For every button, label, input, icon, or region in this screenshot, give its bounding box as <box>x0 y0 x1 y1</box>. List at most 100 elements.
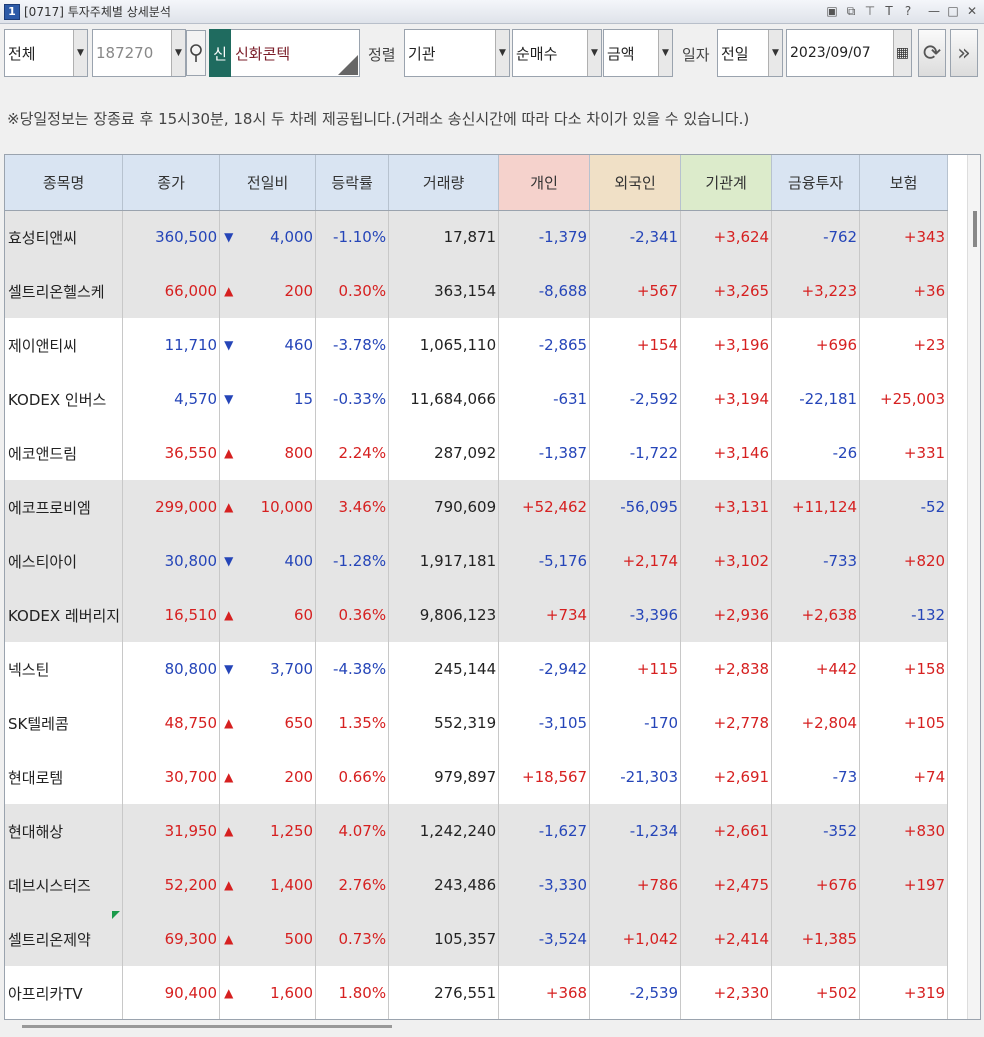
change-cell: ▲ 1,400 <box>219 858 317 912</box>
rate-cell: 2.24% <box>315 426 390 480</box>
horizontal-scrollbar[interactable] <box>0 1020 984 1037</box>
period-select[interactable]: 전일 ▼ <box>717 29 783 77</box>
horizontal-scrollbar-thumb[interactable] <box>22 1025 392 1028</box>
change-value: 200 <box>284 768 314 786</box>
vertical-scrollbar-thumb[interactable] <box>973 211 977 247</box>
pin-icon[interactable]: ⊤ <box>862 3 878 19</box>
stock-name-cell[interactable]: 제이앤티씨 <box>5 318 124 372</box>
table-row[interactable]: KODEX 레버리지 16,510 ▲ 60 0.36% 9,806,123 +734 -3,… <box>5 588 949 642</box>
stock-name-cell[interactable]: 현대로템 <box>5 750 124 804</box>
table-row[interactable]: 아프리카TV 90,400 ▲ 1,600 1.80% 276,551 +368 -2,539… <box>5 966 949 1019</box>
table-row[interactable]: 제이앤티씨 11,710 ▼ 460 -3.78% 1,065,110 -2,865 +154… <box>5 318 949 372</box>
table-row[interactable]: KODEX 인버스 4,570 ▼ 15 -0.33% 11,684,066 -631 -2,… <box>5 372 949 426</box>
stock-name-cell[interactable]: 셀트리온헬스케 <box>5 264 124 318</box>
table-row[interactable]: SK텔레콤 48,750 ▲ 650 1.35% 552,319 -3,105 -170 +2,… <box>5 696 949 750</box>
stock-name-cell[interactable]: 에코앤드림 <box>5 426 124 480</box>
chevron-down-icon[interactable]: ▼ <box>658 30 672 76</box>
table-row[interactable]: 셀트리온제약 69,300 ▲ 500 0.73% 105,357 -3,524 +1,042… <box>5 912 949 966</box>
unit-select[interactable]: 금액 ▼ <box>603 29 673 77</box>
col-header-financial-investment[interactable]: 금융투자 <box>771 155 861 211</box>
change-value: 1,250 <box>270 822 314 840</box>
insurance-cell: +331 <box>859 426 949 480</box>
period-value: 전일 <box>721 44 749 63</box>
col-header-name[interactable]: 종목명 <box>5 155 124 211</box>
stock-name-cell[interactable]: 데브시스터즈 <box>5 858 124 912</box>
foreign-cell: +115 <box>589 642 682 696</box>
institution-cell: +3,102 <box>680 534 773 588</box>
financial-investment-cell: -26 <box>771 426 861 480</box>
col-header-foreign[interactable]: 외국인 <box>589 155 682 211</box>
individual-cell: -2,942 <box>498 642 591 696</box>
volume-cell: 1,242,240 <box>388 804 500 858</box>
volume-cell: 9,806,123 <box>388 588 500 642</box>
chevron-down-icon[interactable]: ▼ <box>768 30 782 76</box>
date-input[interactable]: 2023/09/07 ▦ <box>786 29 912 77</box>
col-header-individual[interactable]: 개인 <box>498 155 591 211</box>
stock-name-cell[interactable]: KODEX 레버리지 <box>5 588 124 642</box>
financial-investment-cell: -22,181 <box>771 372 861 426</box>
col-header-change[interactable]: 전일비 <box>219 155 317 211</box>
table-row[interactable]: 현대로템 30,700 ▲ 200 0.66% 979,897 +18,567 -21,303… <box>5 750 949 804</box>
individual-cell: -3,330 <box>498 858 591 912</box>
close-price-cell: 31,950 <box>122 804 221 858</box>
foreign-cell: +2,174 <box>589 534 682 588</box>
stock-code-input[interactable]: 187270 ▼ <box>92 29 186 77</box>
table-row[interactable]: 셀트리온헬스케 66,000 ▲ 200 0.30% 363,154 -8,688 +567 +… <box>5 264 949 318</box>
table-row[interactable]: 에코프로비엠 299,000 ▲ 10,000 3.46% 790,609 +52,462-… <box>5 480 949 534</box>
table-row[interactable]: 현대해상 31,950 ▲ 1,250 4.07% 1,242,240 -1,627 -1,2… <box>5 804 949 858</box>
insurance-cell <box>859 912 949 966</box>
stock-name-cell[interactable]: SK텔레콤 <box>5 696 124 750</box>
chevron-down-icon[interactable]: ▼ <box>495 30 509 76</box>
col-header-volume[interactable]: 거래량 <box>388 155 500 211</box>
change-cell: ▲ 1,250 <box>219 804 317 858</box>
stock-name-cell[interactable]: 현대해상 <box>5 804 124 858</box>
window-icon[interactable]: ⧉ <box>843 3 859 19</box>
font-icon[interactable]: T <box>881 3 897 19</box>
individual-cell: -1,379 <box>498 210 591 264</box>
stock-name-cell[interactable]: 효성티앤씨 <box>5 210 124 264</box>
market-select[interactable]: 전체 ▼ <box>4 29 88 77</box>
table-row[interactable]: 데브시스터즈 52,200 ▲ 1,400 2.76% 243,486 -3,330 +786… <box>5 858 949 912</box>
close-price-cell: 30,800 <box>122 534 221 588</box>
stock-name-cell[interactable]: 넥스틴 <box>5 642 124 696</box>
layout-icon[interactable]: ▣ <box>824 3 840 19</box>
stock-name-cell[interactable]: 셀트리온제약 <box>5 912 124 966</box>
col-header-close[interactable]: 종가 <box>122 155 221 211</box>
col-header-institution[interactable]: 기관계 <box>680 155 773 211</box>
col-header-insurance[interactable]: 보험 <box>859 155 949 211</box>
chevron-down-icon[interactable]: ▼ <box>171 30 185 76</box>
investor-select[interactable]: 기관 ▼ <box>404 29 510 77</box>
col-header-rate[interactable]: 등락률 <box>315 155 390 211</box>
chevron-down-icon[interactable]: ▼ <box>587 30 601 76</box>
search-icon[interactable] <box>186 30 206 76</box>
rate-cell: -1.28% <box>315 534 390 588</box>
minimize-icon[interactable]: — <box>926 3 942 19</box>
stock-name-cell[interactable]: 에스티아이 <box>5 534 124 588</box>
close-icon[interactable]: ✕ <box>964 3 980 19</box>
maximize-icon[interactable]: □ <box>945 3 961 19</box>
stock-name-cell[interactable]: KODEX 인버스 <box>5 372 124 426</box>
stock-name-cell[interactable]: 에코프로비엠 <box>5 480 124 534</box>
individual-cell: -2,865 <box>498 318 591 372</box>
vertical-scrollbar[interactable] <box>967 155 980 1019</box>
calendar-icon[interactable]: ▦ <box>893 30 911 76</box>
change-cell: ▼ 3,700 <box>219 642 317 696</box>
refresh-button[interactable]: ⟳ <box>918 29 946 77</box>
help-icon[interactable]: ? <box>900 3 916 19</box>
chevron-down-icon[interactable]: ▼ <box>73 30 87 76</box>
close-price-cell: 69,300 <box>122 912 221 966</box>
rate-cell: 1.35% <box>315 696 390 750</box>
institution-cell: +2,661 <box>680 804 773 858</box>
change-cell: ▼ 460 <box>219 318 317 372</box>
stock-name-cell[interactable]: 아프리카TV <box>5 966 124 1019</box>
stock-name-field[interactable]: 신화콘텍 <box>231 29 360 77</box>
table-row[interactable]: 효성티앤씨 360,500 ▼ 4,000 -1.10% 17,871 -1,379 -2,3… <box>5 210 949 264</box>
foreign-cell: -2,592 <box>589 372 682 426</box>
next-button[interactable]: » <box>950 29 978 77</box>
table-row[interactable]: 에스티아이 30,800 ▼ 400 -1.28% 1,917,181 -5,176 +2,1… <box>5 534 949 588</box>
table-row[interactable]: 넥스틴 80,800 ▼ 3,700 -4.38% 245,144 -2,942 +115 +2… <box>5 642 949 696</box>
sort-by-select[interactable]: 순매수 ▼ <box>512 29 602 77</box>
table-row[interactable]: 에코앤드림 36,550 ▲ 800 2.24% 287,092 -1,387 -1,722 +… <box>5 426 949 480</box>
date-value: 2023/09/07 <box>790 45 871 61</box>
change-cell: ▲ 200 <box>219 750 317 804</box>
